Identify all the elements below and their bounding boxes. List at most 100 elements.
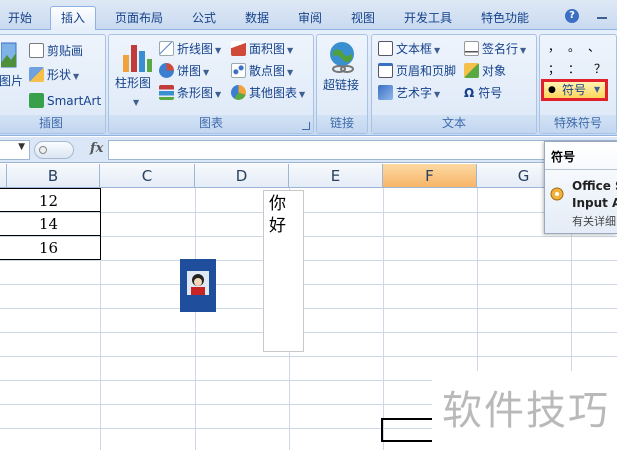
tab-view[interactable]: 视图 xyxy=(342,7,384,30)
symbol-button[interactable]: Ω 符号 xyxy=(464,83,502,103)
gridline xyxy=(0,404,432,405)
chevron-down-icon: ▼ xyxy=(73,72,80,81)
chevron-down-icon: ▼ xyxy=(287,46,294,55)
tab-home[interactable]: 开始 xyxy=(0,7,40,30)
symbol-semicolon[interactable]: ； xyxy=(548,62,568,76)
symbol-period[interactable]: 。 xyxy=(568,40,588,54)
smartart-button[interactable]: SmartArt xyxy=(29,91,101,111)
gridline xyxy=(0,284,617,285)
watermark-text: 软件技巧 xyxy=(442,388,610,434)
gridline xyxy=(0,428,432,429)
gridline xyxy=(0,356,617,357)
picture-icon[interactable] xyxy=(1,41,17,69)
column-chart-dropdown[interactable]: ▼ xyxy=(131,91,139,111)
chevron-down-icon: ▼ xyxy=(299,90,306,99)
textbox-button[interactable]: 文本框 ▼ xyxy=(378,39,440,59)
bar-chart-icon xyxy=(159,85,174,100)
line-chart-button[interactable]: 折线图 ▼ xyxy=(159,39,221,59)
cell-b2[interactable]: 14 xyxy=(0,212,101,236)
tab-review[interactable]: 审阅 xyxy=(289,7,331,30)
signature-line-label: 签名行 xyxy=(482,42,519,56)
cell-b1[interactable]: 12 xyxy=(0,188,101,212)
name-box-dropdown-icon[interactable]: ▼ xyxy=(18,142,25,152)
gridline xyxy=(195,188,196,450)
group-text: 文本框 ▼ 页眉和页脚 艺术字 ▼ 签名行 ▼ 对象 Ω 符号 文本 xyxy=(371,34,537,134)
other-charts-button[interactable]: 其他图表 ▼ xyxy=(231,83,305,103)
formula-input[interactable] xyxy=(108,140,617,160)
column-header-c[interactable]: C xyxy=(100,164,195,188)
symbol-comma[interactable]: ， xyxy=(548,40,568,54)
gear-icon xyxy=(550,187,564,201)
tab-developer[interactable]: 开发工具 xyxy=(395,7,461,30)
circle-icon xyxy=(39,146,47,154)
tooltip-title: 符号 xyxy=(551,150,576,164)
pie-chart-button[interactable]: 饼图 ▼ xyxy=(159,61,209,81)
chevron-down-icon: ▼ xyxy=(594,85,601,94)
scatter-chart-button[interactable]: 散点图 ▼ xyxy=(231,61,293,81)
column-chart-label[interactable]: 柱形图 xyxy=(115,73,151,93)
object-button[interactable]: 对象 xyxy=(464,61,506,81)
group-illustrations: 图片 剪贴画 形状 ▼ SmartArt 插图 xyxy=(0,34,106,134)
shapes-button[interactable]: 形状 ▼ xyxy=(29,65,79,85)
name-box[interactable]: ▼ xyxy=(0,140,30,160)
chevron-down-icon: ▼ xyxy=(434,90,441,99)
object-label: 对象 xyxy=(482,64,507,78)
tab-insert[interactable]: 插入 xyxy=(50,6,96,31)
tooltip-line-3: 有关详细 xyxy=(572,215,616,228)
column-header-f[interactable]: F xyxy=(383,164,477,188)
special-symbol-button[interactable]: ● 符号 ▼ xyxy=(541,79,608,101)
bar-chart-button[interactable]: 条形图 ▼ xyxy=(159,83,221,103)
special-symbol-label: 符号 xyxy=(562,83,587,97)
symbol-label: 符号 xyxy=(478,86,503,100)
cell-comment[interactable]: 你 好 xyxy=(263,190,304,352)
smartart-icon xyxy=(29,93,44,108)
gridline xyxy=(0,332,617,333)
wordart-button[interactable]: 艺术字 ▼ xyxy=(378,83,440,103)
cell-b3[interactable]: 16 xyxy=(0,236,101,260)
punct-row-1: ，。、 xyxy=(548,37,614,57)
area-chart-button[interactable]: 面积图 ▼ xyxy=(231,39,293,59)
picture-label[interactable]: 图片 xyxy=(0,71,23,91)
group-caption-text: 文本 xyxy=(372,115,536,133)
punct-row-2: ；：？ xyxy=(548,59,617,79)
signature-line-icon xyxy=(464,41,479,56)
column-header-b[interactable]: B xyxy=(7,164,100,188)
bar-chart-label: 条形图 xyxy=(177,86,214,100)
other-charts-icon xyxy=(231,85,246,100)
ribbon-tab-bar: 开始 插入 页面布局 公式 数据 审阅 视图 开发工具 特色功能 ? xyxy=(0,0,617,31)
hyperlink-icon[interactable] xyxy=(327,41,357,73)
column-header-e[interactable]: E xyxy=(289,164,383,188)
tab-data[interactable]: 数据 xyxy=(236,7,278,30)
symbol-enum-comma[interactable]: 、 xyxy=(588,40,614,54)
symbol-question[interactable]: ？ xyxy=(594,62,617,76)
pie-chart-label: 饼图 xyxy=(177,64,202,78)
symbol-colon[interactable]: ： xyxy=(568,62,594,76)
scatter-chart-icon xyxy=(231,63,246,78)
gridline xyxy=(0,380,432,381)
chevron-down-icon: ▼ xyxy=(215,90,222,99)
help-icon[interactable]: ? xyxy=(565,9,579,23)
column-header-a-partial[interactable] xyxy=(0,164,7,188)
wordart-icon xyxy=(378,85,393,100)
header-footer-button[interactable]: 页眉和页脚 xyxy=(378,61,456,81)
smartart-label: SmartArt xyxy=(47,94,102,108)
formula-bar-expander[interactable] xyxy=(34,141,74,159)
tab-special-features[interactable]: 特色功能 xyxy=(472,7,538,30)
dialog-launcher-icon[interactable] xyxy=(302,122,310,130)
active-cell-selection[interactable] xyxy=(381,418,439,442)
header-footer-icon xyxy=(378,63,393,78)
fx-icon[interactable]: fx xyxy=(90,141,103,156)
hyperlink-label[interactable]: 超链接 xyxy=(323,75,359,95)
minimize-ribbon-icon[interactable] xyxy=(596,9,608,21)
omega-icon: Ω xyxy=(464,86,475,100)
signature-line-button[interactable]: 签名行 ▼ xyxy=(464,39,526,59)
tab-page-layout[interactable]: 页面布局 xyxy=(106,7,172,30)
chevron-down-icon: ▼ xyxy=(133,98,140,107)
textbox-icon xyxy=(378,41,393,56)
column-header-d[interactable]: D xyxy=(195,164,289,188)
tab-formulas[interactable]: 公式 xyxy=(183,7,225,30)
clipart-button[interactable]: 剪贴画 xyxy=(29,41,83,61)
chevron-down-icon: ▼ xyxy=(203,68,210,77)
column-chart-icon[interactable] xyxy=(121,41,153,73)
embedded-picture[interactable] xyxy=(180,259,216,312)
